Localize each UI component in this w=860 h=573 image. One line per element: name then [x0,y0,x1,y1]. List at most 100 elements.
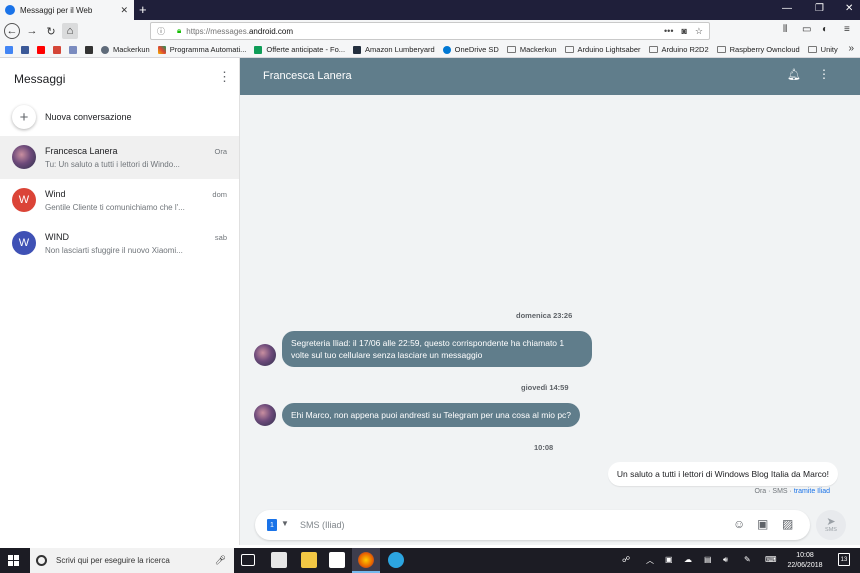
incoming-message[interactable]: Segreteria Iliad: il 17/06 alle 22:59, q… [282,331,592,367]
chevron-up-icon[interactable]: ︿ [646,555,654,566]
notification-center-icon[interactable]: 13 [838,553,850,566]
microphone-icon[interactable]: 🎤︎ [215,555,226,566]
compose-box: 1 ▼ ☺ ▣ ▨ [255,510,810,540]
bookmark-item[interactable]: Amazon Lumberyard [353,45,435,54]
new-conversation-button[interactable]: + Nuova conversazione [0,100,239,134]
minimize-icon[interactable]: — [782,3,792,14]
facebook-icon[interactable] [21,45,29,54]
hamburger-menu-icon[interactable]: ≡ [844,24,850,35]
home-button[interactable]: ⌂ [62,23,78,39]
bookmark-item[interactable]: Programma Automati... [157,45,246,54]
lock-icon: 🔒︎ [177,26,182,35]
plus-icon: + [12,105,36,129]
more-bookmarks-icon[interactable]: » [848,43,854,54]
bookmark-folder[interactable]: Unity [807,45,838,54]
bookmark-label: Arduino R2D2 [661,45,709,54]
day-separator: domenica 23:26 [516,311,573,320]
close-tab-icon[interactable]: ✕ [120,5,128,16]
extension-icon[interactable]: ◐ [822,24,828,35]
folder-icon [807,46,817,53]
colorful-icon [157,45,166,54]
outgoing-message[interactable]: Un saluto a tutti i lettori di Windows B… [607,462,838,486]
bookmark-star-icon[interactable]: ☆ [695,26,703,37]
bookmark-folder[interactable]: Arduino Lightsaber [564,45,641,54]
library-icon[interactable]: ⫴ [783,24,787,35]
bookmark-item[interactable]: OneDrive SD [442,45,499,54]
info-icon[interactable]: ⓘ [157,26,165,37]
folder-icon [716,46,726,53]
file-explorer-icon[interactable] [301,552,317,568]
sim-selector[interactable]: 1 [267,519,277,531]
new-tab-button[interactable]: + [139,2,147,17]
tray-app-icon[interactable]: ▣ [665,555,673,564]
bookmark-item[interactable]: Offerte anticipate - Fo... [254,45,345,54]
caret-down-icon[interactable]: ▼ [281,519,289,528]
close-window-icon[interactable]: ✕ [845,3,853,14]
onedrive-icon[interactable]: ☁ [684,555,692,564]
avatar [12,145,36,169]
message-line: Un saluto a tutti i lettori di Windows B… [616,469,829,479]
bookmark-item[interactable]: Mackerkun [101,45,150,54]
message-thread: domenica 23:26 Segreteria Iliad: il 17/0… [240,95,860,507]
bookmarks-bar: Mackerkun Programma Automati... Offerte … [0,42,860,58]
task-view-icon[interactable] [241,554,255,566]
page-actions-icon[interactable]: ••• [664,26,673,37]
bookmark-folder[interactable]: Mackerkun [506,45,557,54]
conversation-item[interactable]: Francesca Lanera Tu: Un saluto a tutti i… [0,136,239,179]
conversation-snippet: Non lasciarti sfuggire il nuovo Xiaomi..… [45,246,183,255]
bookmark-label: Arduino Lightsaber [577,45,641,54]
url-bar[interactable]: ⓘ 🔒︎ https://messages. android.com ••• ◙… [150,22,710,40]
message-input[interactable] [300,517,670,533]
send-button[interactable]: ➤ SMS [816,510,846,540]
translate-icon[interactable] [69,45,77,54]
tab-title: Messaggi per il Web [20,5,93,15]
contact-name: Francesca Lanera [263,70,352,82]
emoji-icon[interactable]: ☺ [733,517,745,531]
pen-icon[interactable]: ✎ [744,555,751,564]
green-doc-icon [254,45,263,54]
image-icon[interactable]: ▨ [782,517,793,531]
sidebar-toggle-icon[interactable]: ▭ [802,24,811,35]
bell-icon[interactable]: 🔔︎ [787,68,801,81]
firefox-taskbar-item[interactable] [352,548,380,573]
slack-icon[interactable] [329,552,345,568]
conversation-time: dom [212,190,227,199]
youtube-icon[interactable] [37,45,45,54]
via-carrier-link[interactable]: tramite Iliad [794,488,830,495]
more-options-icon[interactable]: ⋮ [218,69,231,85]
windows-start-icon[interactable] [8,555,19,566]
taskbar-search-box[interactable]: Scrivi qui per eseguire la ricerca 🎤︎ [30,548,234,573]
people-icon[interactable]: ☍ [622,555,630,564]
url-scheme: https://messages. [186,26,249,36]
pocket-icon[interactable]: ◙ [681,26,686,37]
keyboard-icon[interactable]: ⌨ [765,555,777,564]
network-icon[interactable]: ▤ [704,555,712,564]
conversation-item[interactable]: W Wind Gentile Cliente ti comunichiamo c… [0,179,239,222]
google-icon[interactable] [5,45,13,54]
browser-tab[interactable]: Messaggi per il Web ✕ [0,0,134,20]
amazon-small-icon[interactable] [85,45,93,54]
bookmark-label: Unity [820,45,838,54]
send-icon: ➤ [826,515,836,528]
bookmark-folder[interactable]: Raspberry Owncloud [716,45,800,54]
restore-icon[interactable]: ❐ [815,3,824,14]
more-options-icon[interactable]: ⋮ [818,67,830,81]
conversation-item[interactable]: W WIND Non lasciarti sfuggire il nuovo X… [0,222,239,265]
incoming-message[interactable]: Ehi Marco, non appena puoi andresti su T… [282,403,581,427]
bookmark-label: Amazon Lumberyard [365,45,435,54]
cortana-icon [36,555,47,566]
back-button[interactable]: ← [4,23,20,39]
browser-nav-bar: ← → ↻ ⌂ ⓘ 🔒︎ https://messages. android.c… [0,20,860,42]
send-label: SMS [825,526,837,533]
sticker-icon[interactable]: ▣ [757,517,768,531]
store-icon[interactable] [271,552,287,568]
conversation-time: Ora [214,147,227,156]
reload-button[interactable]: ↻ [43,23,59,39]
bookmark-label: Offerte anticipate - Fo... [266,45,346,54]
bookmark-folder[interactable]: Arduino R2D2 [648,45,709,54]
volume-icon[interactable]: 🔊︎ [723,555,728,565]
telegram-icon[interactable] [388,552,404,568]
system-clock[interactable]: 10:08 22/06/2018 [783,551,827,571]
gmail-icon[interactable] [53,45,61,54]
forward-button[interactable]: → [24,23,40,39]
